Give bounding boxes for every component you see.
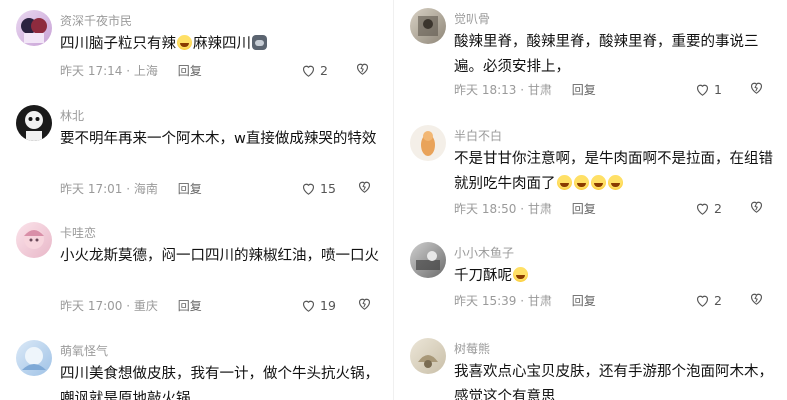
comment-actions: 2 <box>694 290 765 311</box>
reply-button[interactable]: 回复 <box>572 294 596 308</box>
like-count: 2 <box>714 293 722 308</box>
comment-meta: 昨天 18:13 · 甘肃 回复 <box>454 83 596 97</box>
like-count: 15 <box>320 181 336 196</box>
like-button[interactable]: 1 <box>694 81 728 98</box>
user-avatar[interactable] <box>16 10 52 46</box>
comment-username[interactable]: 林北 <box>60 107 84 124</box>
comment-meta: 昨天 17:00 · 重庆 回复 <box>60 299 202 313</box>
user-avatar[interactable] <box>410 125 446 161</box>
comment-location: 海南 <box>133 182 158 196</box>
comment-actions: 15 <box>300 178 373 199</box>
laughing-emoji-icon <box>573 175 589 190</box>
heart-outline-icon <box>696 295 709 307</box>
heart-outline-icon <box>696 203 709 215</box>
heart-outline-icon <box>302 183 315 195</box>
comment-actions: 2 <box>300 60 371 81</box>
laughing-emoji-icon <box>607 175 623 190</box>
heart-outline-icon <box>302 300 315 312</box>
comment-meta: 昨天 17:01 · 海南 回复 <box>60 182 202 196</box>
left-comment-column: 资深千夜市民 四川脑子粒只有辣 麻辣四川 昨天 17:14 · 上海 回复 2 林… <box>0 0 393 400</box>
comment-text: 我喜欢点心宝贝皮肤，还有手游那个泡面阿木木，感觉这个有意思 <box>454 364 773 400</box>
smiling-emoji-icon <box>513 267 528 282</box>
user-avatar[interactable] <box>16 105 52 141</box>
comment-location: 重庆 <box>133 299 158 313</box>
reply-button[interactable]: 回复 <box>178 64 202 78</box>
reply-button[interactable]: 回复 <box>178 182 202 196</box>
comment-actions: 2 <box>694 198 765 219</box>
broken-heart-icon <box>750 82 763 94</box>
laughing-emoji-icon <box>177 35 192 50</box>
like-button[interactable]: 19 <box>300 297 336 314</box>
like-count: 2 <box>320 63 328 78</box>
comment-location: 甘肃 <box>527 83 552 97</box>
comment-username[interactable]: 卡哇恋 <box>60 224 96 241</box>
laughing-emoji-icon <box>590 175 606 190</box>
comment-text: 酸辣里脊，酸辣里脊，酸辣里脊，重要的事说三遍。必须安排上， <box>454 34 759 75</box>
comment-location: 上海 <box>133 64 158 78</box>
comment-text: 不是甘甘你注意啊，是牛肉面啊不是拉面，在组错就别吃牛肉面了 <box>454 147 774 197</box>
comment-meta: 昨天 15:39 · 甘肃 回复 <box>454 294 596 308</box>
comment-username[interactable]: 觉叭骨 <box>454 10 490 27</box>
comment-text: 四川脑子粒只有辣 麻辣四川 <box>60 32 380 57</box>
user-avatar[interactable] <box>16 222 52 258</box>
comment-username[interactable]: 小小木鱼子 <box>454 244 514 261</box>
user-avatar[interactable] <box>410 242 446 278</box>
heart-outline-icon <box>302 65 315 77</box>
comment-text-part: 四川脑子粒只有辣 <box>60 36 176 52</box>
dislike-button[interactable] <box>748 79 765 100</box>
comment-meta: 昨天 17:14 · 上海 回复 <box>60 64 202 78</box>
comment-username[interactable]: 资深千夜市民 <box>60 12 132 29</box>
comment-username[interactable]: 半白不白 <box>454 127 502 144</box>
dislike-button[interactable] <box>748 290 765 311</box>
reply-button[interactable]: 回复 <box>572 83 596 97</box>
comment-actions: 19 <box>300 295 373 316</box>
like-count: 1 <box>714 82 722 97</box>
comment-time: 昨天 15:39 <box>454 294 517 308</box>
cat-emoji-icon <box>252 35 267 50</box>
broken-heart-icon <box>356 63 369 75</box>
comment-username[interactable]: 树莓熊 <box>454 340 490 357</box>
reply-button[interactable]: 回复 <box>178 299 202 313</box>
dislike-button[interactable] <box>748 198 765 219</box>
heart-outline-icon <box>696 84 709 96</box>
broken-heart-icon <box>358 181 370 193</box>
comment-text-part: 麻辣四川 <box>193 36 251 52</box>
dislike-button[interactable] <box>356 295 373 316</box>
comment-time: 昨天 18:50 <box>454 202 517 216</box>
like-button[interactable]: 2 <box>694 292 728 309</box>
dislike-button[interactable] <box>354 60 371 81</box>
like-button[interactable]: 2 <box>300 62 334 79</box>
broken-heart-icon <box>358 298 370 310</box>
comment-time: 昨天 17:01 <box>60 182 123 196</box>
laughing-emoji-icon <box>556 175 572 190</box>
comment-username[interactable]: 萌氧怪气 <box>60 342 108 359</box>
broken-heart-icon <box>750 293 763 305</box>
comment-meta: 昨天 18:50 · 甘肃 回复 <box>454 202 596 216</box>
comment-text: 小火龙斯莫德，闷一口四川的辣椒红油，喷一口火 <box>60 248 379 264</box>
like-button[interactable]: 2 <box>694 200 728 217</box>
comment-text: 四川美食想做皮肤，我有一计，做个牛头抗火锅，嘲讽就是原地敲火锅 <box>60 366 379 400</box>
like-count: 19 <box>320 298 336 313</box>
reply-button[interactable]: 回复 <box>572 202 596 216</box>
comment-location: 甘肃 <box>527 294 552 308</box>
comment-time: 昨天 18:13 <box>454 83 517 97</box>
comment-text-part: 千刀酥呢 <box>454 268 512 284</box>
dislike-button[interactable] <box>356 178 373 199</box>
comment-time: 昨天 17:14 <box>60 64 123 78</box>
comment-text: 千刀酥呢 <box>454 264 774 289</box>
like-button[interactable]: 15 <box>300 180 336 197</box>
user-avatar[interactable] <box>410 8 446 44</box>
comment-text: 要不明年再来一个阿木木，w直接做成辣哭的特效 <box>60 131 377 147</box>
broken-heart-icon <box>750 201 763 213</box>
comment-location: 甘肃 <box>527 202 552 216</box>
user-avatar[interactable] <box>410 338 446 374</box>
comment-time: 昨天 17:00 <box>60 299 123 313</box>
right-comment-column: 觉叭骨 酸辣里脊，酸辣里脊，酸辣里脊，重要的事说三遍。必须安排上， 昨天 18:… <box>394 0 787 400</box>
user-avatar[interactable] <box>16 340 52 376</box>
comment-actions: 1 <box>694 79 765 100</box>
like-count: 2 <box>714 201 722 216</box>
